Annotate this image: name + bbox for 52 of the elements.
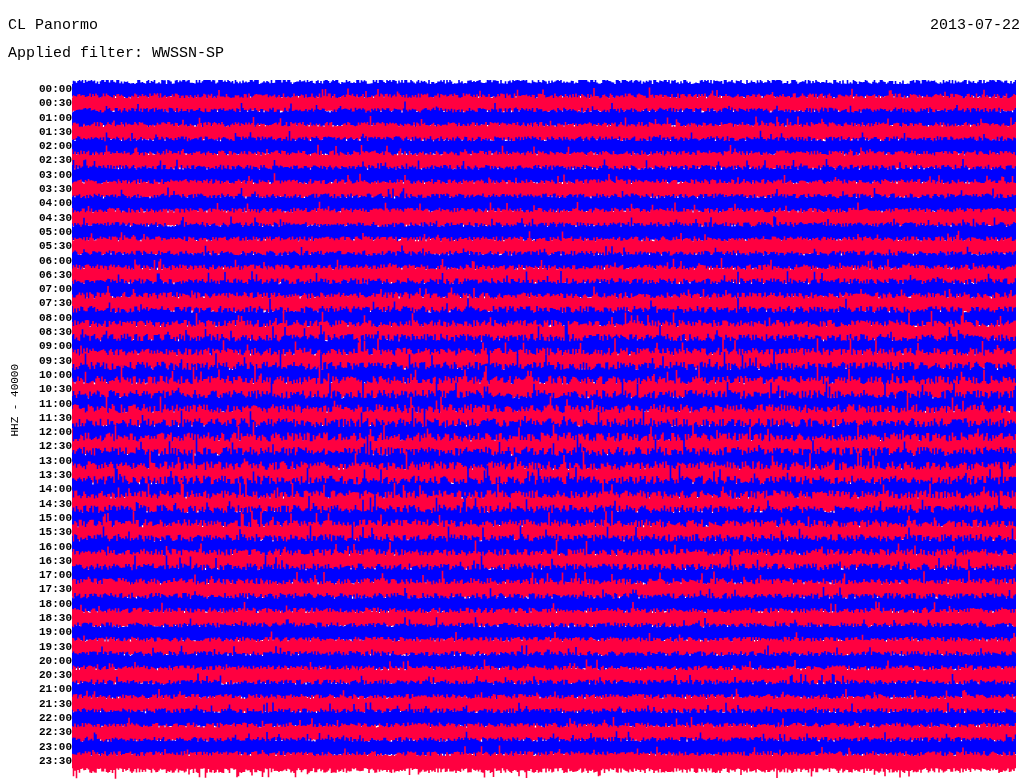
time-label: 11:30 (39, 411, 72, 424)
time-label: 15:00 (39, 511, 72, 524)
time-label: 04:00 (39, 197, 72, 210)
time-label: 13:30 (39, 469, 72, 481)
time-label: 03:00 (39, 168, 72, 181)
time-label: 23:30 (39, 754, 72, 767)
time-label: 02:00 (39, 140, 72, 153)
time-label: 17:30 (39, 583, 72, 596)
time-label: 21:30 (39, 697, 72, 710)
time-label: 07:30 (39, 297, 72, 310)
time-label: 21:00 (39, 683, 72, 696)
time-label: 18:00 (39, 597, 72, 610)
time-label: 01:30 (39, 125, 72, 138)
time-label: 11:00 (39, 397, 72, 410)
time-label: 20:00 (39, 654, 72, 667)
time-label: 15:30 (39, 526, 72, 539)
time-label: 17:00 (39, 569, 72, 582)
time-label: 20:30 (39, 669, 72, 682)
station-title: CL Panormo (8, 18, 98, 33)
time-label: 08:00 (39, 311, 72, 324)
time-label: 02:30 (39, 154, 72, 167)
time-label: 06:00 (39, 254, 72, 267)
time-label: 22:00 (39, 712, 72, 725)
time-label: 22:30 (39, 726, 72, 739)
time-label: 03:30 (39, 183, 72, 196)
time-label: 07:00 (39, 283, 72, 296)
time-label: 09:00 (39, 340, 72, 353)
time-label: 09:30 (39, 354, 72, 367)
time-label: 16:30 (39, 554, 72, 567)
time-label: 05:30 (39, 240, 72, 253)
time-label: 23:00 (39, 740, 72, 753)
time-label: 06:30 (39, 268, 72, 281)
time-label: 12:30 (39, 440, 72, 453)
time-label: 00:00 (39, 83, 72, 95)
time-label: 04:30 (39, 211, 72, 224)
time-label: 19:00 (39, 626, 72, 639)
time-label: 12:00 (39, 426, 72, 439)
time-label: 05:00 (39, 225, 72, 238)
time-label: 14:30 (39, 497, 72, 510)
time-label: 08:30 (39, 326, 72, 339)
time-label: 01:00 (39, 111, 72, 124)
time-label: 18:30 (39, 612, 72, 624)
axis-label: HHZ - 40000 (7, 363, 22, 437)
time-label: 00:30 (39, 97, 72, 110)
time-label: 10:00 (39, 368, 72, 381)
filter-label: Applied filter: WWSSN-SP (8, 45, 225, 62)
time-label: 14:00 (39, 483, 72, 496)
plot-date: 2013-07-22 (930, 18, 1020, 33)
time-label: 19:30 (39, 640, 72, 653)
time-label: 10:30 (39, 383, 72, 396)
time-label: 13:00 (39, 454, 72, 467)
time-label: 16:00 (39, 540, 72, 553)
